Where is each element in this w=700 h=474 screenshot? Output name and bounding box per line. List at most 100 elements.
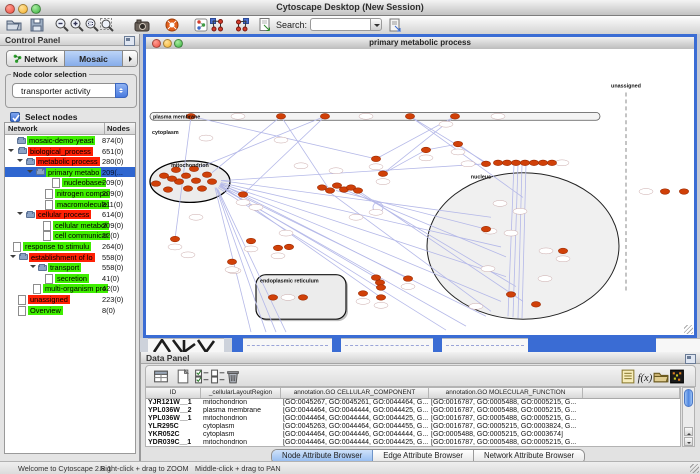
tree-header-network[interactable]: Network — [5, 123, 105, 134]
network-node[interactable] — [163, 187, 172, 193]
scroll-up-icon[interactable] — [684, 427, 693, 436]
tree-row-cellular-metabol[interactable]: cellular metabol209(0) — [5, 220, 135, 231]
network-node[interactable] — [502, 160, 511, 166]
tree-row-primary-metabo[interactable]: primary metabo209(... — [5, 167, 135, 178]
background-window[interactable] — [656, 338, 700, 352]
network-node[interactable] — [207, 179, 216, 185]
open-icon[interactable] — [5, 17, 23, 33]
attribute-select-icon[interactable] — [152, 368, 170, 385]
network-node[interactable] — [376, 295, 385, 301]
background-window-border[interactable] — [332, 338, 341, 352]
disclosure-triangle-icon[interactable] — [8, 149, 14, 155]
table-row-ylr295c[interactable]: YLR295Ccytoplasm[GO:0045263, GO:0044464,… — [146, 423, 680, 431]
background-window-border[interactable] — [528, 338, 656, 352]
network-node[interactable] — [181, 173, 190, 179]
attribute-editor-icon[interactable] — [619, 368, 637, 385]
network-node[interactable] — [378, 171, 387, 177]
attribute-matrix-icon[interactable] — [668, 368, 686, 385]
background-window[interactable] — [341, 338, 433, 352]
tree-row-biological-process[interactable]: biological_process651(0) — [5, 146, 135, 157]
network-node[interactable] — [481, 226, 490, 232]
tab-mosaic[interactable]: Mosaic — [65, 51, 123, 66]
network-node[interactable] — [273, 245, 282, 251]
network-node[interactable] — [191, 178, 200, 184]
network-node[interactable] — [493, 160, 502, 166]
table-row-ypl036w__1[interactable]: YPL036W__1mitochondrion[GO:0044464, GO:0… — [146, 415, 680, 423]
network-node[interactable] — [197, 186, 206, 192]
tree-row-mosaic-demo-yeast[interactable]: mosaic-demo-yeast874(0) — [5, 135, 135, 146]
tree-row-metabolic-process[interactable]: metabolic process280(0) — [5, 156, 135, 167]
snapshot-icon[interactable] — [133, 17, 151, 33]
network-node[interactable] — [558, 248, 567, 254]
background-window[interactable] — [442, 338, 528, 352]
tree-row-cell-communicat[interactable]: cell communicat22(0) — [5, 230, 135, 241]
new-attribute-icon[interactable] — [174, 368, 192, 385]
tree-header-nodes[interactable]: Nodes — [105, 123, 135, 134]
delete-attribute-icon[interactable] — [224, 368, 242, 385]
search-config-icon[interactable] — [386, 17, 404, 33]
network-node[interactable] — [317, 185, 326, 191]
network-node[interactable] — [529, 160, 538, 166]
tree-row-transport[interactable]: transport558(0) — [5, 262, 135, 273]
column-header[interactable]: annotation.GO CELLULAR_COMPONENT — [281, 388, 429, 398]
float-panel-icon[interactable] — [124, 36, 135, 46]
network-node[interactable] — [202, 172, 211, 178]
background-window[interactable] — [243, 338, 332, 352]
network-node[interactable] — [268, 295, 277, 301]
network-canvas[interactable]: plasma membranecytoplasmmitochondrionnuc… — [146, 49, 694, 335]
network-node[interactable] — [403, 276, 412, 282]
network-node[interactable] — [353, 188, 362, 194]
tree-row-multi-organism-pro[interactable]: multi-organism pro42(0) — [5, 283, 135, 294]
tree-row-overview[interactable]: Overview8(0) — [5, 305, 135, 316]
network-node[interactable] — [151, 181, 160, 187]
network-node[interactable] — [520, 160, 529, 166]
table-row-yjr121w__1[interactable]: YJR121W__1mitochondrion[GO:0045267, GO:0… — [146, 399, 680, 407]
layout-one-icon[interactable] — [208, 17, 226, 33]
network-node[interactable] — [246, 238, 255, 244]
table-scrollbar[interactable] — [682, 387, 695, 447]
column-header[interactable]: ID — [146, 388, 201, 398]
help-icon[interactable] — [163, 17, 181, 33]
network-node[interactable] — [298, 295, 307, 301]
disclosure-triangle-icon[interactable] — [17, 159, 23, 165]
tree-row-macromolecule[interactable]: macromolecule311(0) — [5, 199, 135, 210]
network-node[interactable] — [159, 173, 168, 179]
network-node[interactable] — [376, 285, 385, 291]
network-node[interactable] — [238, 192, 247, 198]
table-row-ydr039c__1[interactable]: YDR039C__1mitochondrion[GO:0044464, GO:0… — [146, 439, 680, 447]
column-header[interactable]: annotation.GO MOLECULAR_FUNCTION — [429, 388, 583, 398]
tree-row-cellular-process[interactable]: cellular process614(0) — [5, 209, 135, 220]
network-node[interactable] — [679, 189, 688, 195]
network-node[interactable] — [481, 161, 490, 167]
table-row-ykr052c[interactable]: YKR052Ccytoplasm[GO:0044464, GO:0044446,… — [146, 431, 680, 439]
network-node[interactable] — [183, 186, 192, 192]
search-input[interactable] — [310, 18, 375, 31]
network-node[interactable] — [506, 292, 515, 298]
node-color-dropdown[interactable]: transporter activity — [12, 83, 128, 98]
network-node[interactable] — [538, 160, 547, 166]
app-resize-grip[interactable] — [690, 464, 699, 473]
network-node[interactable] — [371, 156, 380, 162]
network-node[interactable] — [405, 114, 414, 120]
tree-row-response-to-stimulu[interactable]: response to stimulu264(0) — [5, 241, 135, 252]
network-node[interactable] — [325, 188, 334, 194]
float-panel-icon[interactable] — [685, 354, 696, 364]
network-node[interactable] — [453, 141, 462, 147]
tree-row-nucleobase-[interactable]: nucleobase-209(0) — [5, 177, 135, 188]
column-header[interactable]: _cellularLayoutRegion — [201, 388, 281, 398]
tree-row-secretion[interactable]: secretion41(0) — [5, 273, 135, 284]
disclosure-triangle-icon[interactable] — [30, 265, 36, 271]
scroll-down-icon[interactable] — [684, 437, 693, 446]
window-resize-grip[interactable] — [684, 325, 693, 334]
disclosure-triangle-icon[interactable] — [27, 170, 33, 176]
search-dropdown-arrow[interactable] — [370, 18, 382, 31]
import-annotations-icon[interactable] — [256, 17, 274, 33]
network-node[interactable] — [170, 236, 179, 242]
network-node[interactable] — [421, 147, 430, 153]
disclosure-triangle-icon[interactable] — [10, 255, 16, 261]
tree-row-establishment-of-lo[interactable]: establishment of lo558(0) — [5, 252, 135, 263]
background-window-border[interactable] — [232, 338, 243, 352]
layout-two-icon[interactable] — [233, 17, 251, 33]
select-nodes-checkbox[interactable] — [10, 112, 20, 122]
network-node[interactable] — [511, 160, 520, 166]
